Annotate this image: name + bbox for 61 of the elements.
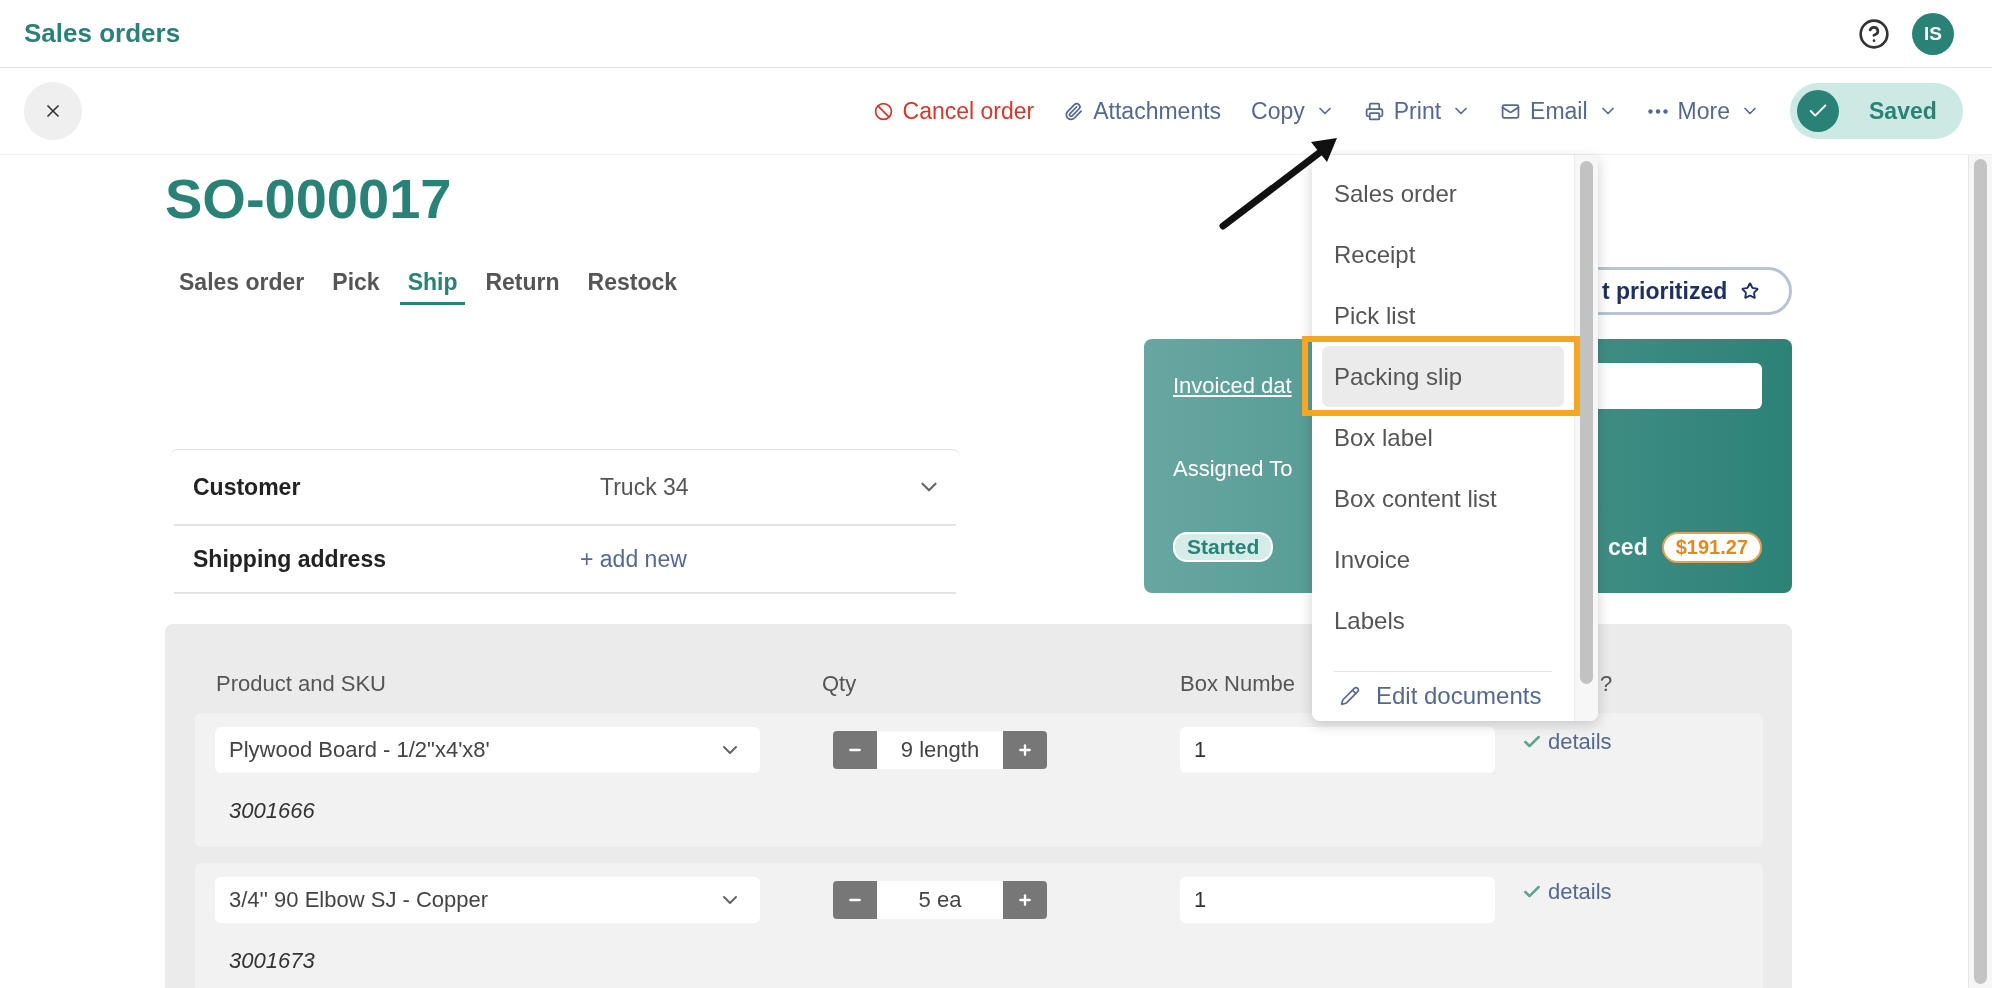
field-label: Shipping address (193, 545, 387, 573)
help-icon[interactable] (1858, 17, 1890, 50)
decrement-button[interactable] (833, 731, 877, 769)
tab[interactable]: Return (477, 265, 568, 305)
tab[interactable]: Pick (324, 265, 388, 305)
product-select[interactable]: Plywood Board - 1/2"x4'x8' (215, 727, 760, 773)
menu-item[interactable]: Box label (1322, 417, 1564, 458)
column-header: Product and SKU (216, 671, 386, 697)
sku-text: 3001673 (228, 948, 316, 974)
tab[interactable]: Restock (579, 265, 686, 305)
star-icon (1741, 282, 1760, 300)
details-link[interactable]: details (1522, 729, 1743, 755)
menu-item[interactable]: Sales order (1322, 173, 1564, 214)
add-new-link[interactable]: + add new (580, 545, 916, 573)
toolbar-button[interactable]: Cancel order (873, 97, 1035, 125)
column-header: ? (1600, 671, 1613, 697)
menu-item[interactable]: Invoice (1322, 539, 1564, 580)
column-header: Qty (822, 671, 857, 697)
order-number: SO-000017 (165, 167, 453, 231)
page-scrollbar[interactable] (1968, 155, 1992, 988)
plus-icon (1017, 892, 1033, 908)
tab[interactable]: Sales order (171, 265, 313, 305)
increment-button[interactable] (1003, 881, 1047, 919)
total-label: ced (1608, 533, 1648, 561)
customer-select[interactable]: Truck 34 (580, 473, 916, 501)
box-number-field[interactable]: 1 (1180, 877, 1495, 923)
toolbar-button[interactable]: Print (1364, 97, 1472, 125)
product-select[interactable]: 3/4'' 90 Elbow SJ - Copper (215, 877, 760, 923)
toolbar-button[interactable]: Copy (1251, 97, 1335, 125)
quantity-value[interactable]: 9 length (877, 731, 1003, 769)
pencil-icon (1340, 686, 1360, 706)
box-number-field[interactable]: 1 (1180, 727, 1495, 773)
toolbar-button[interactable]: Email (1501, 97, 1618, 125)
field-label: Customer (193, 473, 302, 501)
sku-text: 3001666 (228, 798, 316, 824)
page-title: Sales orders (24, 18, 182, 49)
quantity-value[interactable]: 5 ea (877, 881, 1003, 919)
menu-item[interactable]: Labels (1322, 600, 1564, 641)
saved-status: Saved (1790, 83, 1963, 139)
details-link[interactable]: details (1522, 879, 1743, 905)
toolbar-button[interactable]: Attachments (1064, 97, 1222, 125)
check-icon (1797, 90, 1839, 132)
status-badge: Started (1173, 532, 1274, 562)
decrement-button[interactable] (833, 881, 877, 919)
total-amount: $191.27 (1661, 531, 1762, 563)
user-avatar[interactable]: IS (1912, 12, 1954, 55)
ban-icon (873, 101, 893, 121)
increment-button[interactable] (1003, 731, 1047, 769)
plus-icon (1017, 742, 1033, 758)
ellipsis-icon (1647, 108, 1668, 114)
edit-documents-link[interactable]: Edit documents (1322, 682, 1564, 710)
paperclip-icon (1064, 101, 1084, 121)
column-header: Box Numbe (1180, 671, 1295, 697)
tab[interactable]: Ship (399, 265, 466, 305)
printer-icon (1364, 101, 1384, 121)
menu-item[interactable]: Packing slip (1322, 346, 1564, 407)
toolbar-button[interactable]: More (1647, 97, 1760, 125)
menu-item[interactable]: Box content list (1322, 478, 1564, 519)
menu-scrollbar[interactable] (1574, 155, 1598, 721)
envelope-icon (1501, 101, 1521, 121)
assigned-label: Assigned To (1173, 456, 1293, 482)
